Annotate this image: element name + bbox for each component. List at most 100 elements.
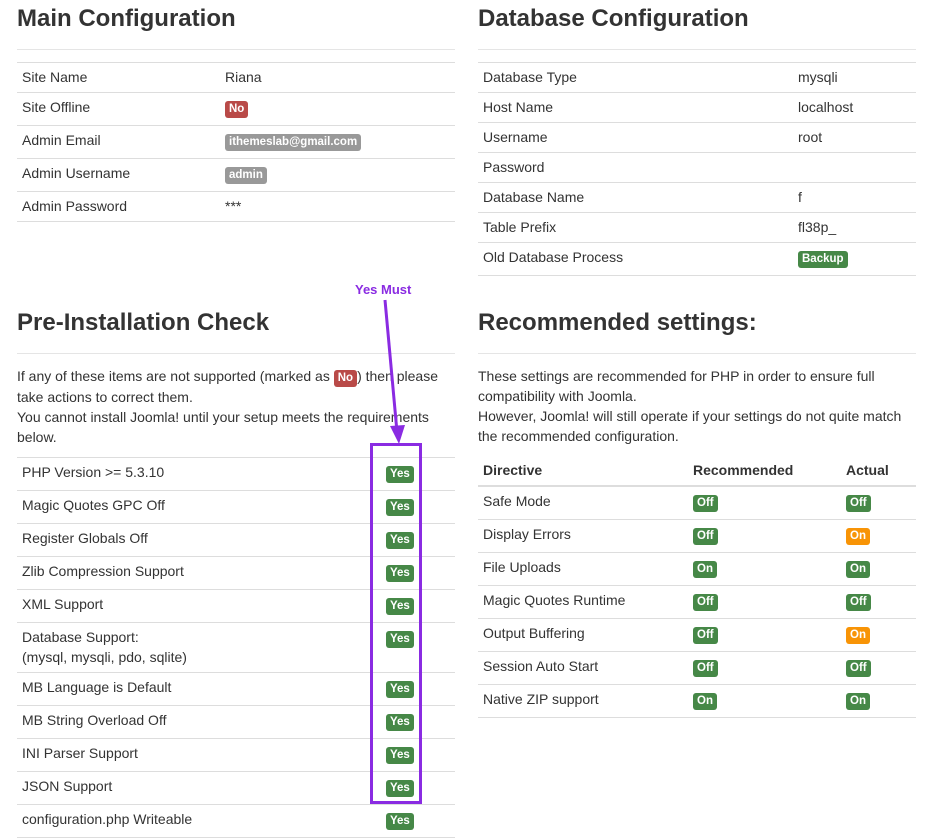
db-config-label: Username <box>478 122 793 153</box>
db-config-label: Database Name <box>478 182 793 213</box>
db-config-label: Password <box>478 152 793 183</box>
directive-name: Session Auto Start <box>478 651 688 685</box>
main-config-label: Site Offline <box>17 92 220 126</box>
main-config-row: Admin Email ithemeslab@gmail.com <box>17 125 455 159</box>
pre-install-label-text: JSON Support <box>22 778 113 794</box>
main-config-label: Admin Email <box>17 125 220 159</box>
main-configuration-title: Main Configuration <box>17 5 455 50</box>
actual-badge: On <box>846 561 870 578</box>
pre-install-status: Yes <box>381 804 455 838</box>
directive-name: Native ZIP support <box>478 684 688 718</box>
db-config-row: Database Type mysqli <box>478 62 916 93</box>
pre-install-label-text: PHP Version >= 5.3.10 <box>22 464 165 480</box>
actual-badge: Off <box>846 660 871 677</box>
annotation-highlight-box <box>370 443 422 804</box>
pre-install-label: PHP Version >= 5.3.10 <box>17 457 381 491</box>
pre-install-label-text: Zlib Compression Support <box>22 563 184 579</box>
main-config-row: Site Name Riana <box>17 62 455 93</box>
actual-value: On <box>841 618 916 652</box>
actual-badge: On <box>846 627 870 644</box>
main-config-label: Admin Username <box>17 158 220 192</box>
db-config-value-badge: Backup <box>798 251 848 268</box>
recommended-badge: Off <box>693 660 718 677</box>
recommended-settings-title: Recommended settings: <box>478 309 916 354</box>
directive-name: Safe Mode <box>478 485 688 520</box>
main-config-value: admin <box>220 158 455 192</box>
pre-install-label: INI Parser Support <box>17 738 381 772</box>
main-config-value-badge: admin <box>225 167 267 184</box>
main-config-value-badge: No <box>225 101 249 118</box>
no-badge: No <box>333 370 358 387</box>
actual-value: Off <box>841 485 916 520</box>
pre-install-label: XML Support <box>17 589 381 623</box>
pre-install-label: configuration.php Writeable <box>17 804 381 838</box>
pre-install-label-text: Magic Quotes GPC Off <box>22 497 165 513</box>
recommended-badge: Off <box>693 594 718 611</box>
actual-header: Actual <box>841 456 916 487</box>
db-config-value-text: mysqli <box>798 69 838 85</box>
actual-value: On <box>841 519 916 553</box>
db-config-label: Table Prefix <box>478 212 793 243</box>
db-config-value: localhost <box>793 92 916 123</box>
actual-badge: On <box>846 528 870 545</box>
recommended-value: Off <box>688 519 841 553</box>
db-config-label-text: Database Type <box>483 69 577 85</box>
db-config-value: root <box>793 122 916 153</box>
recommended-note-2: However, Joomla! will still operate if y… <box>478 408 902 444</box>
recommended-settings-section: Recommended settings: These settings are… <box>478 309 916 718</box>
recommended-badge: On <box>693 693 717 710</box>
pre-install-row: configuration.php Writeable Yes <box>17 804 455 838</box>
db-config-value <box>793 152 916 183</box>
annotation-arrow-icon <box>383 299 405 444</box>
recommended-badge: Off <box>693 495 718 512</box>
main-configuration-table: Site Name Riana Site Offline No Admin Email i… <box>17 62 455 222</box>
pre-install-label-text: MB Language is Default <box>22 679 172 695</box>
main-config-value: ithemeslab@gmail.com <box>220 125 455 159</box>
yes-badge: Yes <box>386 813 414 830</box>
db-config-row: Old Database Process Backup <box>478 242 916 276</box>
pre-install-label: Zlib Compression Support <box>17 556 381 590</box>
pre-install-label-text: Register Globals Off <box>22 530 148 546</box>
main-config-label: Admin Password <box>17 191 220 222</box>
recommended-row: Native ZIP support On On <box>478 684 916 718</box>
actual-value: Off <box>841 651 916 685</box>
recommended-value: On <box>688 684 841 718</box>
pre-install-label: JSON Support <box>17 771 381 805</box>
main-config-label-text: Admin Username <box>22 165 131 181</box>
db-config-row: Username root <box>478 122 916 153</box>
db-config-row: Password <box>478 152 916 183</box>
recommended-row: Output Buffering Off On <box>478 618 916 652</box>
pre-install-label: Magic Quotes GPC Off <box>17 490 381 524</box>
intro-text-before: If any of these items are not supported … <box>17 368 334 384</box>
db-config-label: Host Name <box>478 92 793 123</box>
pre-install-label-text: XML Support <box>22 596 104 612</box>
main-config-value: No <box>220 92 455 126</box>
recommended-row: File Uploads On On <box>478 552 916 586</box>
pre-install-label-text: MB String Overload Off <box>22 712 167 728</box>
main-config-label-text: Admin Password <box>22 198 128 214</box>
main-config-row: Site Offline No <box>17 92 455 126</box>
recommended-row: Session Auto Start Off Off <box>478 651 916 685</box>
db-config-value-text: localhost <box>798 99 854 115</box>
main-config-value-text: *** <box>225 198 242 214</box>
main-config-value: *** <box>220 191 455 222</box>
main-config-value-text: Riana <box>225 69 262 85</box>
pre-install-label-text: configuration.php Writeable <box>22 811 193 827</box>
db-config-label-text: Host Name <box>483 99 554 115</box>
db-config-value-text: f <box>798 189 802 205</box>
recommended-value: Off <box>688 651 841 685</box>
pre-install-sublabel-text: (mysql, mysqli, pdo, sqlite) <box>22 649 187 665</box>
db-config-value: fl38p_ <box>793 212 916 243</box>
recommended-row: Magic Quotes Runtime Off Off <box>478 585 916 619</box>
main-config-row: Admin Password *** <box>17 191 455 222</box>
actual-value: On <box>841 684 916 718</box>
main-config-label-text: Admin Email <box>22 132 101 148</box>
db-config-value-text: fl38p_ <box>798 219 837 235</box>
db-config-value: f <box>793 182 916 213</box>
main-configuration-section: Main Configuration Site Name Riana Site Of… <box>17 5 455 222</box>
actual-badge: Off <box>846 495 871 512</box>
recommended-value: Off <box>688 585 841 619</box>
recommended-row: Display Errors Off On <box>478 519 916 553</box>
db-config-row: Table Prefix fl38p_ <box>478 212 916 243</box>
main-config-label: Site Name <box>17 62 220 93</box>
